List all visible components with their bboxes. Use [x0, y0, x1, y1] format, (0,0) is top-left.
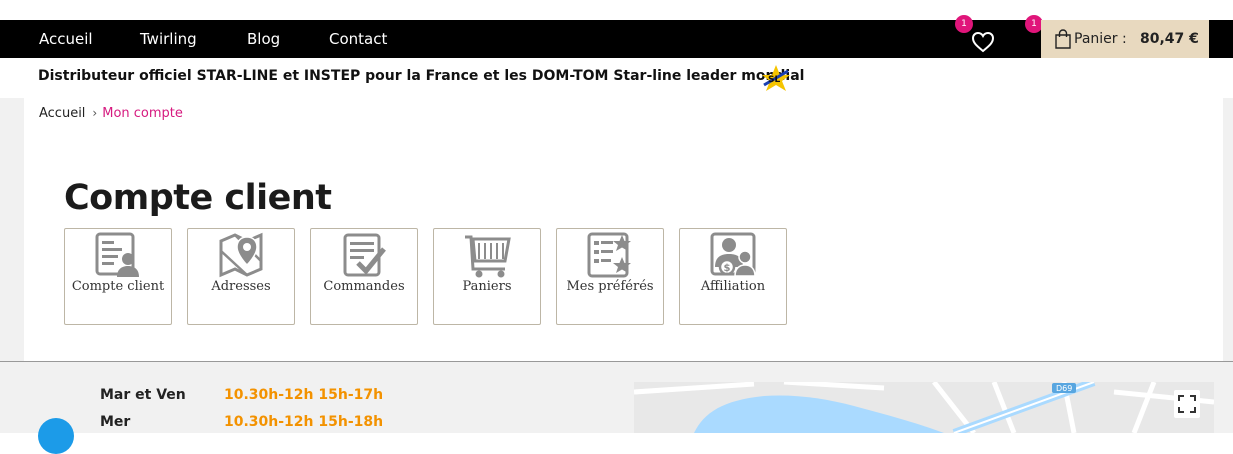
map-road-label: D69 — [1056, 384, 1072, 393]
location-map[interactable]: D69 — [634, 382, 1214, 433]
nav-item-twirling[interactable]: Twirling — [140, 30, 197, 48]
chevron-right-icon: › — [92, 106, 98, 120]
social-icon[interactable] — [38, 418, 74, 454]
breadcrumb-home-link[interactable]: Accueil — [39, 106, 85, 121]
clipboard-check-icon — [343, 233, 386, 277]
site-logo[interactable] — [40, 0, 170, 6]
wishlist-count-badge: 1 — [955, 15, 973, 33]
cart-total: 80,47 € — [1140, 31, 1199, 47]
tile-label: Compte client — [71, 279, 165, 294]
shopping-cart-icon — [465, 235, 511, 278]
svg-text:SL: SL — [768, 75, 780, 85]
nav-item-blog[interactable]: Blog — [247, 30, 280, 48]
fullscreen-icon — [1178, 395, 1196, 413]
tile-affiliation[interactable]: $ Affiliation — [679, 228, 787, 325]
nav-item-accueil[interactable]: Accueil — [39, 30, 93, 48]
breadcrumb-current: Mon compte — [102, 106, 183, 121]
distributor-banner: Distributeur officiel STAR-LINE et INSTE… — [38, 68, 805, 84]
tile-commandes[interactable]: Commandes — [310, 228, 418, 325]
hours-time: 10.30h-12h 15h-18h — [224, 414, 384, 430]
map-pin-icon — [219, 232, 263, 278]
header-logo-strip — [0, 0, 1233, 20]
cart-label: Panier : — [1074, 31, 1127, 47]
nav-item-contact[interactable]: Contact — [329, 30, 387, 48]
tile-label: Paniers — [462, 279, 512, 294]
hours-day: Mer — [100, 414, 131, 430]
map-tiles: D69 — [634, 382, 1214, 433]
tile-mes-preferes[interactable]: Mes préférés — [556, 228, 664, 325]
left-gutter — [0, 98, 24, 361]
user-card-icon — [95, 232, 139, 277]
tile-label: Affiliation — [700, 279, 766, 294]
tile-label: Mes préférés — [566, 279, 654, 294]
right-gutter — [1223, 98, 1233, 361]
cart-button[interactable]: Panier : 80,47 € — [1041, 20, 1209, 58]
star-list-icon — [587, 232, 631, 278]
tile-label: Commandes — [323, 279, 405, 294]
shopping-bag-icon — [1055, 29, 1071, 49]
tile-label: Adresses — [211, 279, 271, 294]
page-title: Compte client — [64, 178, 332, 218]
svg-text:$: $ — [724, 263, 731, 274]
hours-day: Mar et Ven — [100, 387, 186, 403]
tile-compte-client[interactable]: Compte client — [64, 228, 172, 325]
starline-logo: SL — [762, 65, 790, 91]
tile-adresses[interactable]: Adresses — [187, 228, 295, 325]
tile-paniers[interactable]: Paniers — [433, 228, 541, 325]
fullscreen-button[interactable] — [1174, 390, 1200, 418]
breadcrumb: Accueil › Mon compte — [39, 106, 183, 121]
affiliation-icon: $ — [710, 232, 756, 277]
heart-icon — [971, 31, 995, 53]
main-nav: Accueil Twirling Blog Contact 1 1 Panier… — [0, 15, 1233, 58]
hours-time: 10.30h-12h 15h-17h — [224, 387, 384, 403]
